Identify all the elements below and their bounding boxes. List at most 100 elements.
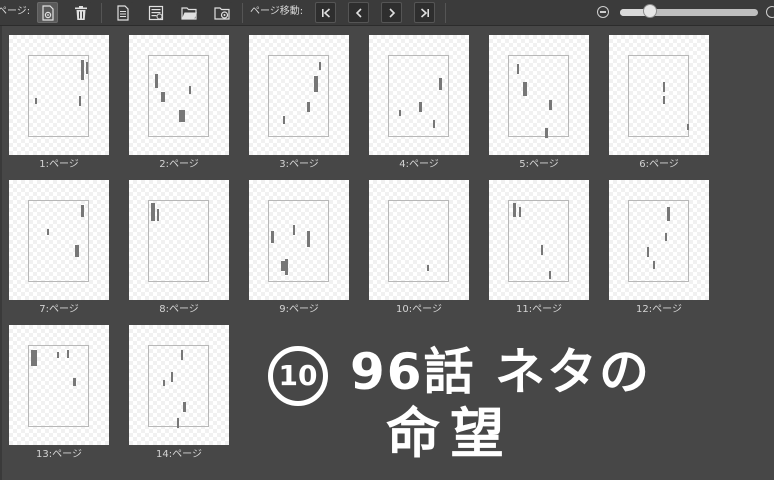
page-text-mark: [545, 128, 548, 138]
page-text-mark: [75, 245, 79, 257]
left-edge: [0, 26, 2, 480]
page-thumbnail[interactable]: [489, 35, 589, 155]
page-text-mark: [177, 418, 179, 428]
page-text-mark: [519, 207, 521, 217]
page-text-mark: [57, 352, 59, 358]
page-thumbnail-item[interactable]: 7:ページ: [9, 180, 109, 320]
page-inner-frame: [148, 55, 209, 137]
page-text-mark: [549, 100, 552, 110]
trash-icon: [74, 5, 87, 20]
page-thumbnail-item[interactable]: 6:ページ: [609, 35, 709, 175]
page-thumbnail-item[interactable]: 8:ページ: [129, 180, 229, 320]
handwritten-note: 10 96話 ネタの 命望: [258, 330, 728, 475]
page-inner-frame: [268, 55, 329, 137]
page-text-mark: [179, 110, 185, 122]
toolbar-divider: [242, 3, 243, 23]
page-thumbnail[interactable]: [9, 180, 109, 300]
zoom-in-icon[interactable]: [766, 6, 774, 18]
first-page-button[interactable]: [315, 2, 336, 23]
page-text-mark: [189, 86, 191, 94]
page-thumbnail-item[interactable]: 1:ページ: [9, 35, 109, 175]
zoom-slider[interactable]: [620, 9, 758, 16]
page-text-mark: [513, 203, 516, 217]
page-text-mark: [667, 207, 670, 221]
page-label: 10:ページ: [396, 304, 442, 315]
new-page-button[interactable]: [112, 2, 133, 23]
page-text-mark: [541, 245, 543, 255]
page-text-mark: [663, 96, 665, 104]
page-text-mark: [307, 102, 310, 112]
page-thumbnail-item[interactable]: 13:ページ: [9, 325, 109, 465]
page-label: 1:ページ: [39, 159, 79, 170]
page-text-mark: [687, 124, 689, 130]
page-thumbnail-item[interactable]: 3:ページ: [249, 35, 349, 175]
previous-page-button[interactable]: [348, 2, 369, 23]
page-thumbnail[interactable]: [609, 180, 709, 300]
page-text-mark: [151, 203, 155, 221]
last-page-button[interactable]: [414, 2, 435, 23]
page-thumbnail-item[interactable]: 11:ページ: [489, 180, 589, 320]
page-text-mark: [419, 102, 422, 112]
page-list-icon: [148, 5, 163, 20]
open-folder-button[interactable]: [178, 2, 199, 23]
page-label: 3:ページ: [279, 159, 319, 170]
page-thumbnail[interactable]: [369, 35, 469, 155]
page-thumbnail-item[interactable]: 9:ページ: [249, 180, 349, 320]
page-thumbnail[interactable]: [129, 325, 229, 445]
page-list-button[interactable]: [145, 2, 166, 23]
new-page-icon: [116, 4, 129, 21]
page-thumbnail-item[interactable]: 12:ページ: [609, 180, 709, 320]
page-thumbnail-item[interactable]: 2:ページ: [129, 35, 229, 175]
page-inner-frame: [28, 200, 89, 282]
folder-settings-button[interactable]: [211, 2, 232, 23]
page-text-mark: [171, 372, 173, 382]
page-thumbnail-item[interactable]: 4:ページ: [369, 35, 469, 175]
page-thumbnail[interactable]: [609, 35, 709, 155]
page-thumbnail-item[interactable]: 10:ページ: [369, 180, 469, 320]
page-text-mark: [271, 231, 274, 243]
page-text-mark: [81, 60, 84, 80]
page-label: 12:ページ: [636, 304, 682, 315]
delete-page-button[interactable]: [70, 2, 91, 23]
page-thumbnail[interactable]: [9, 35, 109, 155]
page-label: 7:ページ: [39, 304, 79, 315]
page-text-mark: [283, 116, 285, 124]
toolbar-divider: [445, 3, 446, 23]
page-text-mark: [79, 96, 81, 106]
page-inner-frame: [148, 200, 209, 282]
page-text-mark: [81, 205, 84, 217]
page-text-mark: [35, 98, 37, 104]
page-label: ページ:: [0, 6, 31, 17]
page-label: 8:ページ: [159, 304, 199, 315]
page-text-mark: [319, 62, 321, 70]
zoom-out-icon[interactable]: [597, 6, 609, 18]
page-thumbnail[interactable]: [249, 35, 349, 155]
page-manager-window: ページ: ページ移動: 1:ページ 2:ページ 3:ページ 4:ページ 5:ペー…: [0, 0, 774, 480]
toolbar: ページ: ページ移動:: [0, 0, 774, 26]
page-text-mark: [47, 229, 49, 235]
page-thumbnail[interactable]: [129, 180, 229, 300]
page-thumbnail[interactable]: [489, 180, 589, 300]
page-inner-frame: [388, 55, 449, 137]
previous-page-icon: [355, 7, 362, 18]
page-text-mark: [181, 350, 183, 360]
page-label: 6:ページ: [639, 159, 679, 170]
page-thumbnail[interactable]: [249, 180, 349, 300]
page-text-mark: [31, 350, 37, 366]
page-inner-frame: [628, 55, 689, 137]
page-thumbnail[interactable]: [9, 325, 109, 445]
page-text-mark: [161, 92, 165, 102]
page-label: 11:ページ: [516, 304, 562, 315]
page-text-mark: [665, 233, 667, 241]
page-thumbnail[interactable]: [369, 180, 469, 300]
next-page-button[interactable]: [381, 2, 402, 23]
zoom-slider-thumb[interactable]: [643, 4, 657, 18]
page-thumbnail[interactable]: [129, 35, 229, 155]
page-thumbnail-item[interactable]: 5:ページ: [489, 35, 589, 175]
next-page-icon: [388, 7, 395, 18]
page-settings-button[interactable]: [37, 2, 58, 23]
page-text-mark: [439, 78, 442, 90]
page-text-mark: [663, 82, 665, 92]
page-thumbnail-item[interactable]: 14:ページ: [129, 325, 229, 465]
page-inner-frame: [508, 200, 569, 282]
